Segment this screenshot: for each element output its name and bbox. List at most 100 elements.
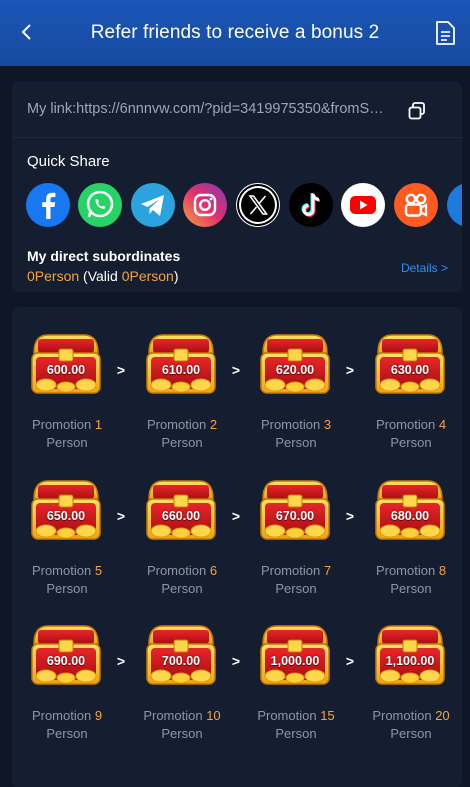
- whatsapp-icon[interactable]: [78, 183, 122, 227]
- bonus-amount: 630.00: [390, 363, 430, 377]
- referral-link[interactable]: My link:https://6nnnvw.com/?pid=34199753…: [27, 101, 387, 117]
- promotion-unit: Person: [390, 581, 432, 596]
- promotion-count: 3: [323, 417, 332, 432]
- copy-button[interactable]: [408, 102, 426, 120]
- promotion-unit: Person: [275, 581, 317, 596]
- bonus-amount: 690.00: [46, 654, 86, 668]
- promotion-unit: Person: [390, 726, 432, 741]
- promotion-count: 7: [323, 563, 332, 578]
- promotion-requirement: Promotion 7 Person: [241, 562, 351, 598]
- promotion-requirement: Promotion 1 Person: [12, 416, 122, 452]
- back-button[interactable]: [14, 20, 38, 44]
- bonus-tier: 670.00 Promotion 7 Person: [241, 477, 351, 607]
- promotion-label: Promotion: [146, 417, 210, 432]
- facebook-icon[interactable]: [26, 183, 70, 227]
- subordinates-label: My direct subordinates: [27, 248, 181, 264]
- promotion-label: Promotion: [146, 563, 210, 578]
- telegram-icon[interactable]: [131, 183, 175, 227]
- promotion-unit: Person: [161, 581, 203, 596]
- promotion-label: Promotion: [372, 708, 436, 723]
- promotion-unit: Person: [46, 726, 88, 741]
- promotion-requirement: Promotion 9 Person: [12, 707, 122, 743]
- link-row: My link:https://6nnnvw.com/?pid=34199753…: [12, 82, 462, 138]
- bonus-amount: 1,000.00: [270, 654, 320, 668]
- promotion-unit: Person: [46, 581, 88, 596]
- header-bar: Refer friends to receive a bonus 2: [0, 0, 470, 66]
- next-tier-arrow: >: [116, 508, 126, 524]
- youtube-icon[interactable]: [341, 183, 385, 227]
- promotion-unit: Person: [46, 435, 88, 450]
- page-title: Refer friends to receive a bonus 2: [90, 22, 380, 43]
- promotion-label: Promotion: [31, 417, 95, 432]
- promotion-unit: Person: [161, 726, 203, 741]
- promotion-label: Promotion: [257, 708, 321, 723]
- bonus-tier: 680.00 Promotion 8 Person: [356, 477, 466, 607]
- bonus-tier: 660.00 Promotion 6 Person: [127, 477, 237, 607]
- valid-suffix: ): [173, 268, 179, 284]
- next-tier-arrow: >: [345, 362, 355, 378]
- bonus-amount: 600.00: [46, 363, 86, 377]
- bonus-amount: 660.00: [161, 509, 201, 523]
- bonus-tier: 690.00 Promotion 9 Person: [12, 622, 122, 752]
- promotion-requirement: Promotion 8 Person: [356, 562, 466, 598]
- promotion-label: Promotion: [260, 563, 324, 578]
- valid-prefix: (Valid: [79, 268, 122, 284]
- rules-button[interactable]: [434, 20, 458, 48]
- promotion-requirement: Promotion 20 Person: [356, 707, 466, 743]
- subordinates-values: 0Person (Valid 0Person): [27, 268, 179, 284]
- promotion-count: 20: [435, 708, 450, 723]
- instagram-icon[interactable]: [183, 183, 227, 227]
- bonus-tier: 650.00 Promotion 5 Person: [12, 477, 122, 607]
- tiktok-icon[interactable]: [289, 183, 333, 227]
- promotion-count: 4: [438, 417, 447, 432]
- more-share-icon[interactable]: [447, 183, 462, 227]
- quick-share-label: Quick Share: [27, 153, 110, 170]
- kwai-icon[interactable]: [394, 183, 438, 227]
- bonus-amount: 610.00: [161, 363, 201, 377]
- bonus-tier: 700.00 Promotion 10 Person: [127, 622, 237, 752]
- bonus-amount: 650.00: [46, 509, 86, 523]
- promotion-requirement: Promotion 6 Person: [127, 562, 237, 598]
- promotion-count: 1: [94, 417, 103, 432]
- bonus-amount: 700.00: [161, 654, 201, 668]
- bonus-amount: 1,100.00: [385, 654, 435, 668]
- promotion-label: Promotion: [31, 563, 95, 578]
- promotion-count: 9: [94, 708, 103, 723]
- promotion-requirement: Promotion 5 Person: [12, 562, 122, 598]
- bonus-amount: 680.00: [390, 509, 430, 523]
- next-tier-arrow: >: [345, 653, 355, 669]
- promotion-unit: Person: [161, 435, 203, 450]
- promotion-label: Promotion: [143, 708, 207, 723]
- details-link[interactable]: Details >: [401, 261, 448, 275]
- bonus-tier: 630.00 Promotion 4 Person: [356, 331, 466, 461]
- chevron-left-icon: [21, 24, 31, 40]
- bonus-tiers-card: 600.00 Promotion 1 Person >610.00 Promotion …: [12, 307, 462, 787]
- bonus-tier: 1,100.00 Promotion 20 Person: [356, 622, 466, 752]
- promotion-unit: Person: [275, 435, 317, 450]
- promotion-requirement: Promotion 3 Person: [241, 416, 351, 452]
- next-tier-arrow: >: [345, 508, 355, 524]
- bonus-amount: 670.00: [275, 509, 315, 523]
- promotion-label: Promotion: [260, 417, 324, 432]
- promotion-unit: Person: [390, 435, 432, 450]
- bonus-tier: 600.00 Promotion 1 Person: [12, 331, 122, 461]
- x-icon[interactable]: [236, 183, 280, 227]
- promotion-requirement: Promotion 15 Person: [241, 707, 351, 743]
- promotion-count: 15: [320, 708, 335, 723]
- document-icon: [436, 21, 455, 45]
- bonus-tier: 1,000.00 Promotion 15 Person: [241, 622, 351, 752]
- share-icons-row: [26, 183, 462, 229]
- promotion-label: Promotion: [375, 417, 439, 432]
- promotion-label: Promotion: [375, 563, 439, 578]
- valid-count: 0Person: [121, 268, 174, 284]
- promotion-count: 10: [206, 708, 221, 723]
- promotion-count: 5: [94, 563, 103, 578]
- bonus-tier: 610.00 Promotion 2 Person: [127, 331, 237, 461]
- next-tier-arrow: >: [116, 653, 126, 669]
- bonus-tier: 620.00 Promotion 3 Person: [241, 331, 351, 461]
- copy-icon: [408, 102, 425, 120]
- promotion-count: 8: [438, 563, 447, 578]
- promotion-label: Promotion: [31, 708, 95, 723]
- promotion-count: 2: [209, 417, 218, 432]
- subordinates-count: 0Person: [27, 268, 80, 284]
